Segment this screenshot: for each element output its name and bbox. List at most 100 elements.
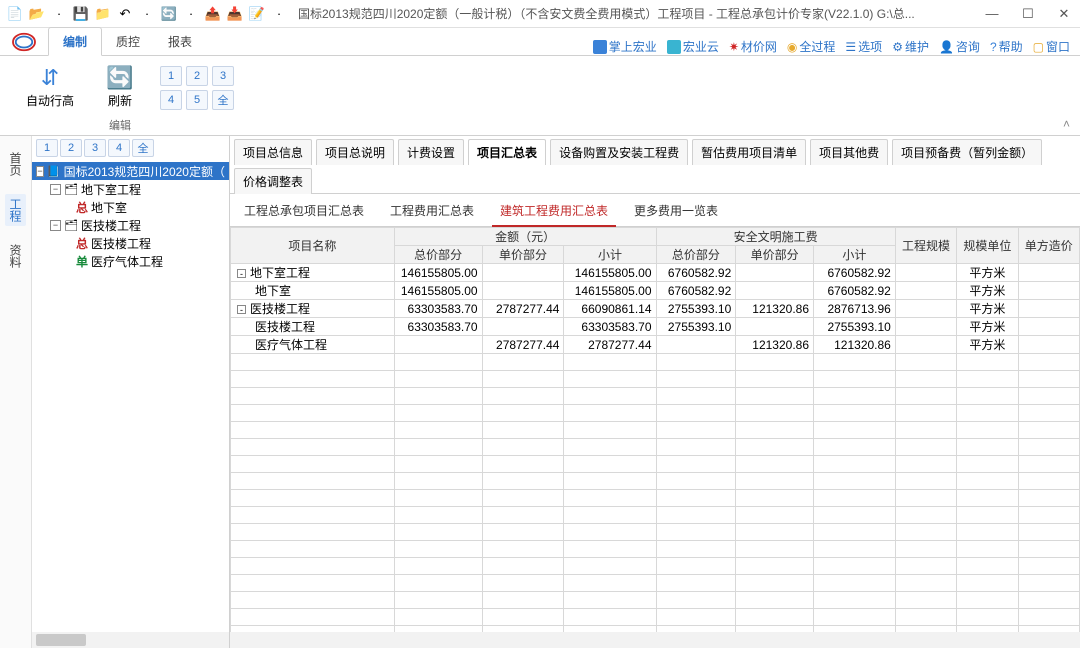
minimize-button[interactable]: ― [982, 4, 1002, 24]
empty-row [231, 456, 1080, 473]
badge-unit: 单 [76, 253, 88, 270]
col-unit[interactable]: 规模单位 [957, 228, 1018, 264]
table-row[interactable]: -地下室工程146155805.00146155805.006760582.92… [231, 264, 1080, 282]
link-help[interactable]: ?帮助 [990, 38, 1023, 55]
col-amount-st[interactable]: 小计 [564, 246, 656, 264]
ribbon-body: ⇵ 自动行高 🔄 刷新 编辑 1 2 3 4 5 全 ˄ [0, 56, 1080, 136]
col-name[interactable]: 项目名称 [231, 228, 395, 264]
tree-level-3[interactable]: 3 [84, 139, 106, 157]
col-amount[interactable]: 金额（元） [394, 228, 656, 246]
tree-body[interactable]: − 📘 国标2013规范四川2020定额（ − 🗂 地下室工程 总 地下室 − … [32, 160, 229, 632]
collapse-ribbon-icon[interactable]: ˄ [1063, 117, 1070, 131]
refresh-icon: 🔄 [106, 64, 134, 92]
tree-item[interactable]: − 🗂 医技楼工程 [32, 216, 229, 234]
qa-save-icon[interactable]: 💾 [72, 5, 90, 23]
maximize-button[interactable]: ☐ [1018, 4, 1038, 24]
rail-home[interactable]: 首页 [5, 148, 26, 180]
link-mobile[interactable]: 掌上宏业 [593, 38, 657, 55]
col-amount-up[interactable]: 单价部分 [482, 246, 564, 264]
table-row[interactable]: 地下室146155805.00146155805.006760582.92676… [231, 282, 1080, 300]
close-button[interactable]: ✕ [1054, 4, 1074, 24]
qa-refresh-icon[interactable]: 🔄 [160, 5, 178, 23]
qa-export-icon[interactable]: 📤 [204, 5, 222, 23]
level-1-button[interactable]: 1 [160, 66, 182, 86]
tab-desc[interactable]: 项目总说明 [316, 139, 394, 165]
level-3-button[interactable]: 3 [212, 66, 234, 86]
table-row[interactable]: -医技楼工程63303583.702787277.4466090861.1427… [231, 300, 1080, 318]
tab-other[interactable]: 项目其他费 [810, 139, 888, 165]
grid-wrap[interactable]: 项目名称 金额（元） 安全文明施工费 工程规模 规模单位 单方造价 总价部分 单… [230, 227, 1080, 632]
link-cloud[interactable]: 宏业云 [667, 38, 719, 55]
tree-level-all[interactable]: 全 [132, 139, 154, 157]
data-grid[interactable]: 项目名称 金额（元） 安全文明施工费 工程规模 规模单位 单方造价 总价部分 单… [230, 227, 1080, 632]
table-row[interactable]: 医疗气体工程2787277.442787277.44121320.8612132… [231, 336, 1080, 354]
col-safety-up[interactable]: 单价部分 [736, 246, 814, 264]
tree-level-1[interactable]: 1 [36, 139, 58, 157]
tab-provisional[interactable]: 暂估费用项目清单 [692, 139, 806, 165]
rail-project[interactable]: 工程 [5, 194, 26, 226]
tree-level-4[interactable]: 4 [108, 139, 130, 157]
tree-item[interactable]: 单 医疗气体工程 [32, 252, 229, 270]
qa-folder-icon[interactable]: 📁 [94, 5, 112, 23]
col-scale[interactable]: 工程规模 [895, 228, 956, 264]
tree-root[interactable]: − 📘 国标2013规范四川2020定额（ [32, 162, 229, 180]
tree-item[interactable]: 总 地下室 [32, 198, 229, 216]
expander-icon[interactable]: − [36, 166, 44, 177]
tree-level-2[interactable]: 2 [60, 139, 82, 157]
tab-fee[interactable]: 计费设置 [398, 139, 464, 165]
qa-sep3: · [182, 5, 200, 23]
qa-import-icon[interactable]: 📥 [226, 5, 244, 23]
tab-summary[interactable]: 项目汇总表 [468, 139, 546, 165]
subtab-engfee[interactable]: 工程费用汇总表 [382, 198, 482, 226]
row-expander-icon[interactable]: - [237, 269, 246, 278]
qa-new-icon[interactable]: 📄 [6, 5, 24, 23]
ribbon-tab-qc[interactable]: 质控 [102, 28, 154, 55]
subtab-building[interactable]: 建筑工程费用汇总表 [492, 198, 616, 227]
tree-panel: 1 2 3 4 全 − 📘 国标2013规范四川2020定额（ − 🗂 地下室工… [32, 136, 230, 648]
ribbon-tab-compile[interactable]: 编制 [48, 27, 102, 56]
empty-row [231, 575, 1080, 592]
tree-h-scrollbar[interactable] [32, 632, 229, 648]
expander-icon[interactable]: − [50, 184, 61, 195]
link-wholeprocess[interactable]: ◉全过程 [787, 38, 836, 55]
link-material[interactable]: ✷材价网 [729, 38, 777, 55]
auto-row-height-button[interactable]: ⇵ 自动行高 [20, 62, 80, 111]
scrollbar-thumb[interactable] [36, 634, 86, 646]
refresh-button[interactable]: 🔄 刷新 [100, 62, 140, 111]
grid-h-scrollbar[interactable] [230, 632, 1080, 648]
level-5-button[interactable]: 5 [186, 90, 208, 110]
tab-equip[interactable]: 设备购置及安装工程费 [550, 139, 688, 165]
qa-sep4: · [270, 5, 288, 23]
sub-tabstrip: 工程总承包项目汇总表 工程费用汇总表 建筑工程费用汇总表 更多费用一览表 [230, 194, 1080, 227]
level-4-button[interactable]: 4 [160, 90, 182, 110]
subtab-more[interactable]: 更多费用一览表 [626, 198, 726, 226]
subtab-epc[interactable]: 工程总承包项目汇总表 [236, 198, 372, 226]
tree-item[interactable]: − 🗂 地下室工程 [32, 180, 229, 198]
qa-open-icon[interactable]: 📂 [28, 5, 46, 23]
qa-note-icon[interactable]: 📝 [248, 5, 266, 23]
tab-price[interactable]: 价格调整表 [234, 168, 312, 194]
rail-data[interactable]: 资料 [5, 240, 26, 272]
app-logo [6, 29, 42, 55]
link-consult[interactable]: 👤咨询 [939, 38, 980, 55]
col-safety-st[interactable]: 小计 [814, 246, 896, 264]
level-2-button[interactable]: 2 [186, 66, 208, 86]
tab-info[interactable]: 项目总信息 [234, 139, 312, 165]
main-tabstrip: 项目总信息 项目总说明 计费设置 项目汇总表 设备购置及安装工程费 暂估费用项目… [230, 136, 1080, 194]
col-safety-tp[interactable]: 总价部分 [656, 246, 736, 264]
col-unitprice[interactable]: 单方造价 [1018, 228, 1079, 264]
table-row[interactable]: 医技楼工程63303583.7063303583.702755393.10275… [231, 318, 1080, 336]
link-maintain[interactable]: ⚙维护 [892, 38, 929, 55]
tab-reserve[interactable]: 项目预备费（暂列金额） [892, 139, 1042, 165]
expander-icon[interactable]: − [50, 220, 61, 231]
link-window[interactable]: ▢窗口 [1033, 38, 1070, 55]
qa-undo-icon[interactable]: ↶ [116, 5, 134, 23]
col-safety[interactable]: 安全文明施工费 [656, 228, 895, 246]
empty-row [231, 592, 1080, 609]
col-amount-tp[interactable]: 总价部分 [394, 246, 482, 264]
row-expander-icon[interactable]: - [237, 305, 246, 314]
level-all-button[interactable]: 全 [212, 90, 234, 110]
tree-item[interactable]: 总 医技楼工程 [32, 234, 229, 252]
link-options[interactable]: ☰选项 [845, 38, 882, 55]
ribbon-tab-report[interactable]: 报表 [154, 28, 206, 55]
